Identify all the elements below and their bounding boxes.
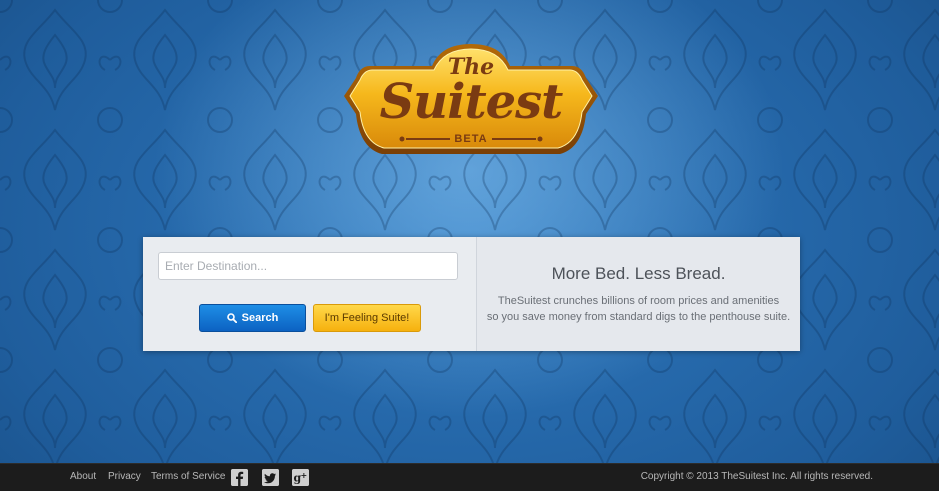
google-plus-icon[interactable]: g + <box>292 469 309 486</box>
search-form: Search I'm Feeling Suite! <box>143 237 477 351</box>
search-icon <box>226 313 237 323</box>
tagline: More Bed. Less Bread. <box>551 264 726 283</box>
search-panel: Search I'm Feeling Suite! More Bed. Less… <box>143 237 800 351</box>
search-button[interactable]: Search <box>199 304 306 332</box>
logo-wordmark: Suitest <box>379 74 564 130</box>
facebook-icon[interactable] <box>231 469 248 486</box>
copyright-text: Copyright © 2013 TheSuitest Inc. All rig… <box>640 471 873 482</box>
footer-link-terms[interactable]: Terms of Service <box>151 471 225 482</box>
search-button-label: Search <box>241 312 279 324</box>
feeling-suite-button[interactable]: I'm Feeling Suite! <box>313 304 421 332</box>
footer-link-about[interactable]: About <box>70 471 96 482</box>
promo-description-line-1: TheSuitest crunches billions of room pri… <box>497 295 780 307</box>
promo-description-line-2: so you save money from standard digs to … <box>486 311 791 323</box>
promo-description: TheSuitest crunches billions of room pri… <box>477 293 800 325</box>
footer-link-privacy[interactable]: Privacy <box>108 471 141 482</box>
feeling-suite-label: I'm Feeling Suite! <box>324 312 410 324</box>
svg-text:+: + <box>301 471 308 480</box>
destination-input[interactable] <box>158 252 458 280</box>
footer: About Privacy Terms of Service g + Copyr… <box>0 463 939 491</box>
suitest-logo[interactable]: The Suitest BETA <box>340 38 602 164</box>
beta-badge: BETA <box>454 133 488 145</box>
landing-page: The Suitest BETA Search I'm Feeling Suit… <box>0 0 939 491</box>
twitter-icon[interactable] <box>262 469 279 486</box>
promo-section: More Bed. Less Bread. TheSuitest crunche… <box>477 237 800 351</box>
